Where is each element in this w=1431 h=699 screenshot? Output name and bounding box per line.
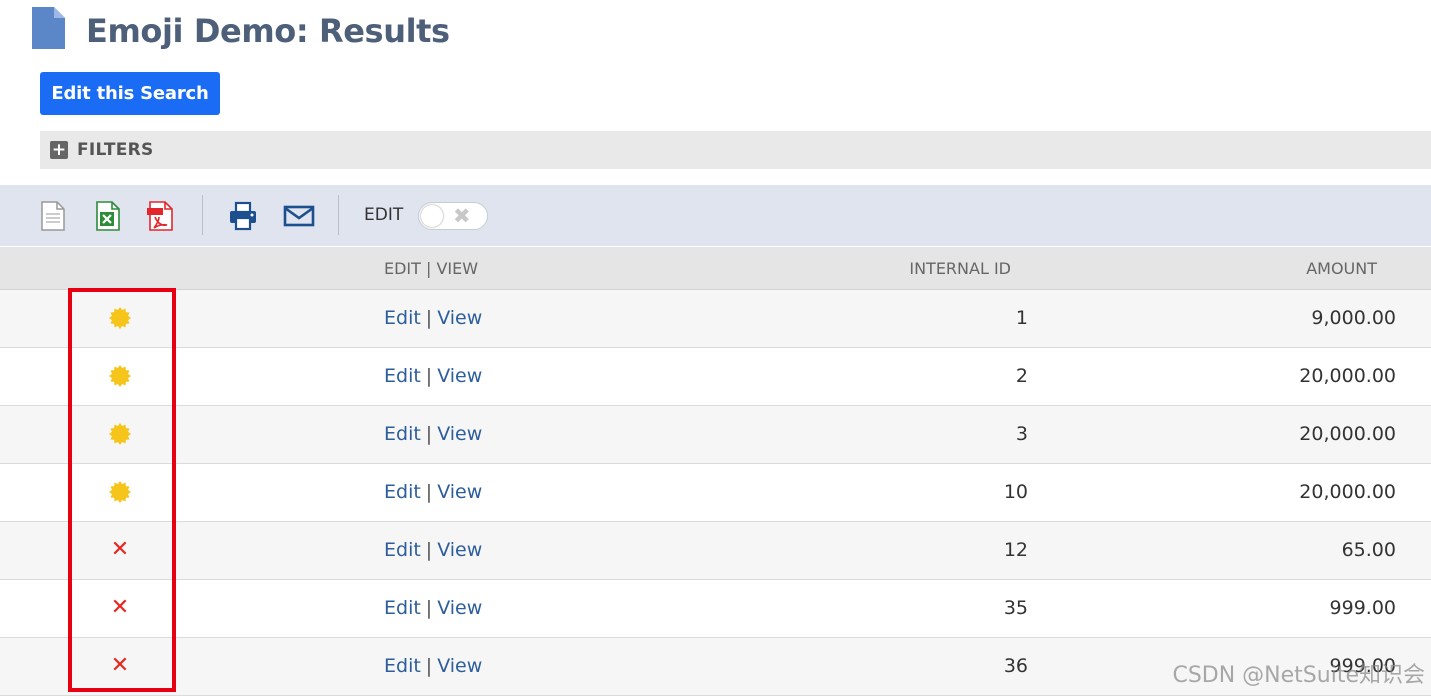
warning-emoji-icon — [107, 305, 133, 331]
document-icon — [32, 7, 65, 49]
view-link[interactable]: View — [437, 655, 482, 677]
print-icon[interactable] — [228, 200, 258, 232]
amount-cell: 999.00 — [1329, 597, 1396, 619]
internal-id-cell: 10 — [1003, 481, 1028, 503]
edit-view-links: Edit | View — [384, 597, 483, 619]
view-link[interactable]: View — [437, 481, 482, 503]
internal-id-cell: 36 — [1003, 655, 1028, 677]
amount-cell: 65.00 — [1341, 539, 1396, 561]
error-x-icon: ✕ — [110, 537, 130, 562]
edit-view-links: Edit | View — [384, 539, 483, 561]
column-header-edit-view[interactable]: EDIT | VIEW — [384, 259, 478, 278]
table-row: ✕ Edit | View 35 999.00 — [0, 580, 1431, 638]
export-excel-icon[interactable] — [94, 200, 122, 232]
table-row: Edit | View 10 20,000.00 — [0, 464, 1431, 522]
amount-cell: 20,000.00 — [1299, 423, 1396, 445]
warning-emoji-icon — [107, 421, 133, 447]
amount-cell: 20,000.00 — [1299, 365, 1396, 387]
email-icon[interactable] — [283, 200, 315, 232]
view-link[interactable]: View — [437, 597, 482, 619]
table-row: ✕ Edit | View 12 65.00 — [0, 522, 1431, 580]
column-header-amount[interactable]: AMOUNT — [1306, 259, 1377, 278]
edit-view-links: Edit | View — [384, 307, 483, 329]
edit-link[interactable]: Edit — [384, 307, 421, 329]
edit-search-button[interactable]: Edit this Search — [40, 72, 220, 115]
toolbar-separator — [202, 195, 203, 235]
internal-id-cell: 35 — [1003, 597, 1028, 619]
toolbar-separator — [338, 195, 339, 235]
export-csv-icon[interactable] — [40, 200, 66, 232]
edit-view-links: Edit | View — [384, 365, 483, 387]
table-row: Edit | View 2 20,000.00 — [0, 348, 1431, 406]
view-link[interactable]: View — [437, 539, 482, 561]
results-toolbar: EDIT ✖ — [0, 185, 1431, 246]
edit-link[interactable]: Edit — [384, 481, 421, 503]
toggle-knob — [421, 205, 443, 227]
edit-view-links: Edit | View — [384, 423, 483, 445]
column-header-internal-id[interactable]: INTERNAL ID — [909, 259, 1011, 278]
view-link[interactable]: View — [437, 307, 482, 329]
internal-id-cell: 1 — [1015, 307, 1028, 329]
edit-link[interactable]: Edit — [384, 423, 421, 445]
page-title: Emoji Demo: Results — [86, 12, 450, 50]
warning-emoji-icon — [107, 479, 133, 505]
plus-box-icon[interactable]: + — [50, 141, 68, 159]
edit-mode-toggle[interactable]: ✖ — [418, 202, 488, 230]
edit-link[interactable]: Edit — [384, 655, 421, 677]
error-x-icon: ✕ — [110, 653, 130, 678]
export-pdf-icon[interactable] — [146, 200, 176, 232]
view-link[interactable]: View — [437, 423, 482, 445]
amount-cell: 20,000.00 — [1299, 481, 1396, 503]
edit-link[interactable]: Edit — [384, 365, 421, 387]
table-header: EDIT | VIEW INTERNAL ID AMOUNT — [0, 247, 1431, 290]
edit-link[interactable]: Edit — [384, 597, 421, 619]
edit-mode-label: EDIT — [364, 205, 404, 225]
amount-cell: 9,000.00 — [1311, 307, 1396, 329]
results-table-body: Edit | View 1 9,000.00 Edit | View 2 20,000.… — [0, 290, 1431, 696]
edit-view-links: Edit | View — [384, 655, 483, 677]
edit-link[interactable]: Edit — [384, 539, 421, 561]
internal-id-cell: 3 — [1015, 423, 1028, 445]
filters-label[interactable]: FILTERS — [77, 140, 154, 160]
warning-emoji-icon — [107, 363, 133, 389]
table-row: Edit | View 1 9,000.00 — [0, 290, 1431, 348]
table-row: Edit | View 3 20,000.00 — [0, 406, 1431, 464]
view-link[interactable]: View — [437, 365, 482, 387]
edit-view-links: Edit | View — [384, 481, 483, 503]
internal-id-cell: 2 — [1015, 365, 1028, 387]
filters-bar[interactable]: + FILTERS — [40, 131, 1431, 169]
close-icon: ✖ — [453, 204, 471, 228]
error-x-icon: ✕ — [110, 595, 130, 620]
internal-id-cell: 12 — [1003, 539, 1028, 561]
watermark: CSDN @NetSuite知识会 — [1172, 663, 1425, 688]
